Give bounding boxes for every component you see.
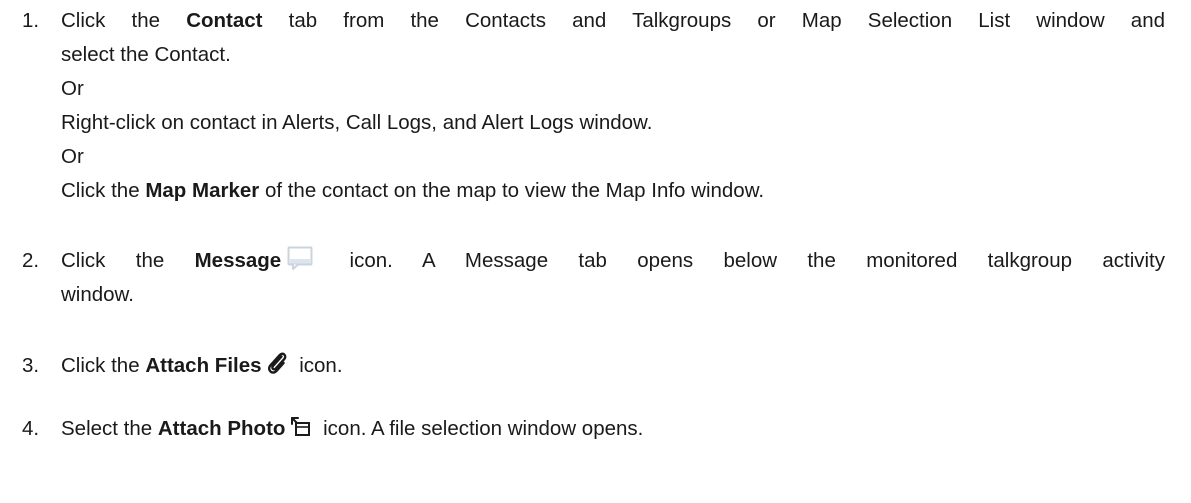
attach-photo-term: Attach Photo bbox=[157, 417, 286, 440]
step-3-text: Click the Attach Files icon. bbox=[61, 349, 1165, 383]
map-marker-term: Map Marker bbox=[145, 179, 260, 202]
step-1-line-3: Right-click on contact in Alerts, Call L… bbox=[61, 111, 653, 134]
attach-photo-icon bbox=[289, 414, 311, 438]
step-2-line-1: Click the Message icon. A Message tab op… bbox=[61, 244, 1165, 278]
message-term: Message bbox=[194, 249, 282, 272]
step-1-line-1: Click the Contact tab from the Contacts … bbox=[61, 9, 1165, 32]
step-3-line-1: Click the Attach Files icon. bbox=[61, 349, 1165, 383]
step-number: 2. bbox=[22, 249, 40, 272]
contact-term: Contact bbox=[186, 9, 263, 32]
attach-files-term: Attach Files bbox=[145, 354, 262, 377]
step-2-text: Click the Message icon. A Message tab op… bbox=[61, 244, 1165, 312]
step-number: 3. bbox=[22, 354, 40, 377]
step-1-line-4: Click the Map Marker of the contact on t… bbox=[61, 179, 765, 202]
or-separator: Or bbox=[61, 145, 84, 168]
step-1-text: Click the Contact tab from the Contacts … bbox=[61, 4, 1165, 208]
or-separator: Or bbox=[61, 77, 84, 100]
step-4-text: Select the Attach Photo icon. A file sel… bbox=[61, 412, 1165, 446]
step-2-line-2: window. bbox=[61, 283, 134, 306]
document-page: 1. Click the Contact tab from the Contac… bbox=[0, 0, 1191, 503]
step-number: 1. bbox=[22, 9, 40, 32]
step-number: 4. bbox=[22, 417, 40, 440]
message-icon bbox=[287, 245, 313, 271]
step-4-line-1: Select the Attach Photo icon. A file sel… bbox=[61, 412, 1165, 446]
step-1-line-2: select the Contact. bbox=[61, 43, 231, 66]
paperclip-icon bbox=[266, 350, 288, 376]
